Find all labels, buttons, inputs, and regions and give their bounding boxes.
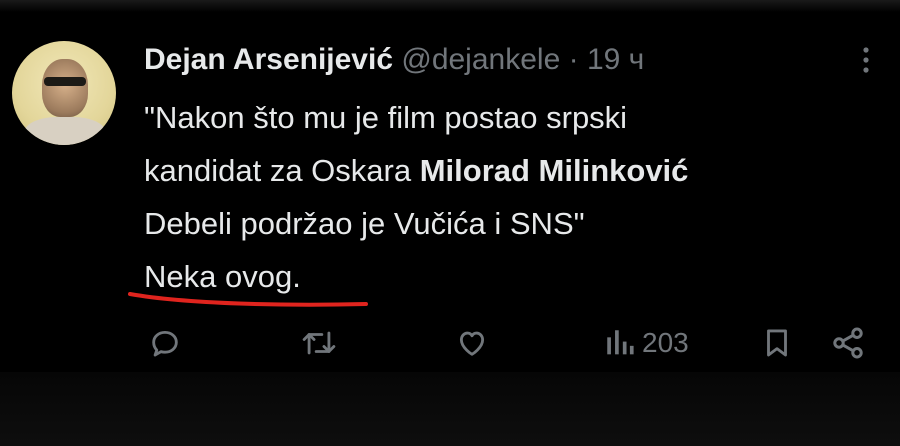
separator-dot: · xyxy=(568,43,579,76)
author-handle[interactable]: @dejankele xyxy=(401,43,560,76)
red-underline-annotation xyxy=(128,292,368,307)
share-button[interactable] xyxy=(830,318,866,368)
bookmark-icon xyxy=(760,325,794,361)
bottom-strip xyxy=(0,372,900,446)
views-button[interactable]: 203 xyxy=(604,318,689,368)
tweet-text-line-3: Debeli podržao je Vučića i SNS" xyxy=(144,206,585,241)
like-button[interactable] xyxy=(454,318,490,368)
reply-button[interactable] xyxy=(148,318,182,368)
retweet-button[interactable] xyxy=(300,318,338,368)
share-icon xyxy=(830,325,866,361)
avatar-glasses xyxy=(44,77,86,86)
views-icon xyxy=(604,326,636,360)
reply-icon xyxy=(148,326,182,360)
bookmark-button[interactable] xyxy=(760,318,794,368)
top-edge xyxy=(0,0,900,12)
more-icon[interactable] xyxy=(854,44,878,76)
avatar[interactable] xyxy=(12,41,116,145)
like-icon xyxy=(454,326,490,360)
retweet-icon xyxy=(300,326,338,360)
views-count: 203 xyxy=(642,327,689,358)
author-name[interactable]: Dejan Arsenijević xyxy=(144,43,393,76)
tweet-header: Dejan Arsenijević @dejankele · 19 ч xyxy=(144,40,644,80)
tweet-text: "Nakon što mu je film postao srpski kand… xyxy=(144,91,864,303)
avatar-shirt xyxy=(24,117,106,145)
avatar-face xyxy=(42,59,88,117)
tweet-text-bold-name: Milorad Milinković xyxy=(419,153,689,188)
tweet-actions: 203 xyxy=(0,318,900,368)
tweet-text-line-2: kandidat za Oskara Milorad Milinković xyxy=(144,144,864,197)
tweet-time[interactable]: 19 ч xyxy=(587,43,644,76)
tweet-text-line-2-prefix: kandidat za Oskara xyxy=(144,153,420,188)
tweet-text-line-1: "Nakon što mu je film postao srpski xyxy=(144,100,628,135)
